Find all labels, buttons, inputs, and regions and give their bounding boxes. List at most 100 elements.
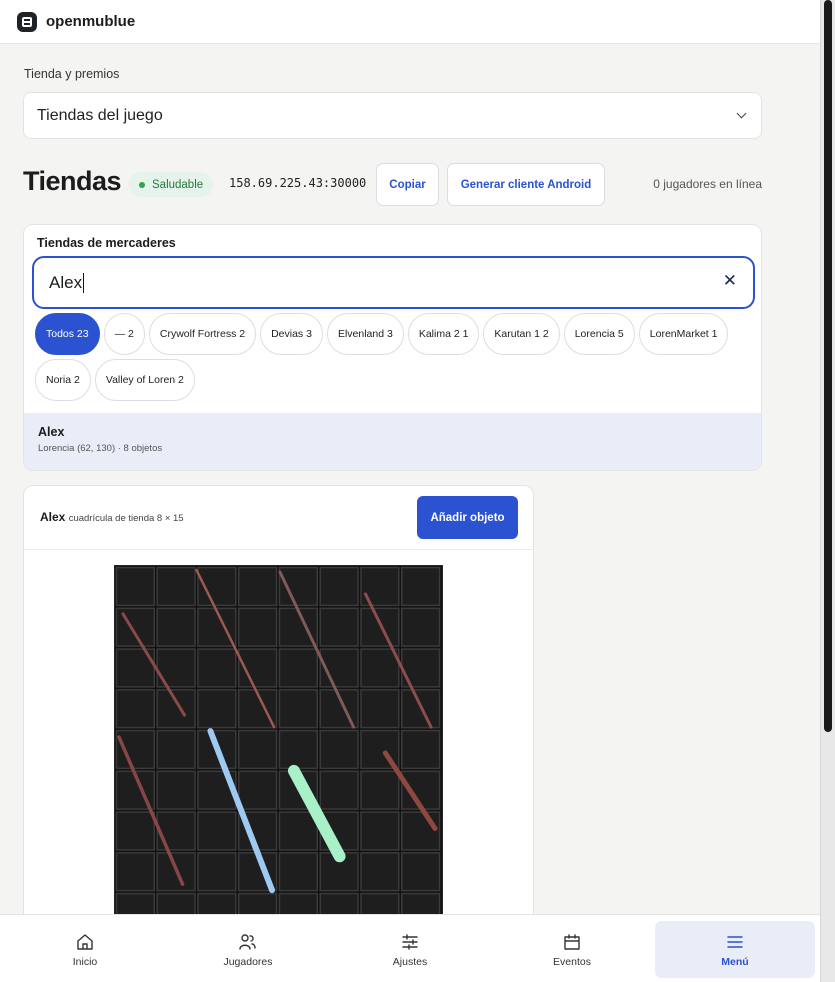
- grid-slot[interactable]: [360, 852, 400, 892]
- grid-slot[interactable]: [197, 811, 237, 851]
- shop-grid-title: Alex cuadrícula de tienda 8 × 15: [40, 510, 184, 524]
- filter-chip[interactable]: Crywolf Fortress 2: [148, 313, 257, 355]
- grid-slot[interactable]: [237, 566, 278, 607]
- grid-slot[interactable]: [401, 729, 441, 770]
- grid-slot[interactable]: [319, 770, 359, 810]
- server-address: 158.69.225.43:30000: [229, 176, 367, 190]
- filter-chip[interactable]: LorenMarket 1: [638, 313, 729, 355]
- nav-item-label: Ajustes: [392, 955, 428, 968]
- merchant-details: Lorencia (62, 130) · 8 objetos: [38, 443, 163, 454]
- filter-chip[interactable]: Kalima 2 1: [407, 313, 480, 355]
- home-icon: [77, 933, 93, 950]
- sliders-icon: [402, 933, 418, 950]
- filter-chip[interactable]: Devias 3: [260, 313, 323, 355]
- filter-chip[interactable]: — 2: [103, 313, 145, 355]
- shop-grid-label: cuadrícula de tienda 8 × 15: [68, 513, 184, 524]
- nav-item-label: Menú: [721, 955, 749, 968]
- generate-android-client-button[interactable]: Generar cliente Android: [447, 163, 605, 206]
- grid-slot[interactable]: [197, 852, 237, 892]
- grid-slot[interactable]: [156, 729, 196, 770]
- location-filter-chips: Todos 23— 2 Crywolf Fortress 2 Devias 3 Elv…: [35, 313, 755, 401]
- users-icon: [239, 933, 256, 950]
- merchant-search-input[interactable]: Alex ✕: [32, 256, 755, 309]
- nav-item-jugadores[interactable]: Jugadores: [168, 921, 328, 978]
- shop-inventory-grid[interactable]: [114, 565, 443, 925]
- filter-chip[interactable]: Lorencia 5: [563, 313, 635, 355]
- grid-slot[interactable]: [115, 729, 156, 770]
- grid-slot[interactable]: [278, 648, 319, 688]
- grid-slot[interactable]: [156, 770, 196, 810]
- nav-item-label: Eventos: [553, 955, 591, 968]
- search-input-value: Alex: [49, 272, 83, 292]
- grid-slot[interactable]: [278, 852, 319, 892]
- grid-slot[interactable]: [319, 566, 359, 607]
- menu-icon: [727, 935, 743, 948]
- add-item-button[interactable]: Añadir objeto: [417, 496, 518, 539]
- nav-item-inicio[interactable]: Inicio: [5, 921, 165, 978]
- text-cursor: [83, 272, 85, 293]
- grid-slot[interactable]: [360, 770, 400, 810]
- status-dot-icon: [139, 181, 145, 188]
- shop-grid-header: Alex cuadrícula de tienda 8 × 15 Añadir …: [24, 486, 533, 550]
- status-badge: Saludable: [129, 172, 214, 197]
- grid-slot[interactable]: [237, 770, 278, 810]
- grid-slot[interactable]: [360, 648, 400, 688]
- grid-slot[interactable]: [197, 648, 237, 688]
- grid-slot[interactable]: [115, 566, 156, 607]
- clear-icon[interactable]: ✕: [723, 271, 737, 291]
- grid-slot[interactable]: [115, 689, 156, 729]
- status-label: Saludable: [152, 178, 204, 191]
- players-online: 0 jugadores en línea: [653, 177, 762, 191]
- grid-slot[interactable]: [360, 689, 400, 729]
- filter-chip[interactable]: Valley of Loren 2: [94, 359, 195, 401]
- merchant-shops-card: Tiendas de mercaderes Alex ✕ Todos 23— 2…: [23, 224, 762, 471]
- grid-slot[interactable]: [401, 607, 441, 647]
- grid-slot[interactable]: [278, 566, 319, 607]
- grid-slot[interactable]: [401, 566, 441, 607]
- grid-slot[interactable]: [237, 729, 278, 770]
- top-bar: openmublue: [0, 0, 820, 44]
- filter-chip[interactable]: Todos 23: [35, 313, 100, 355]
- app-logo-icon[interactable]: [17, 11, 37, 32]
- grid-slot[interactable]: [156, 811, 196, 851]
- scrollbar-thumb[interactable]: [824, 0, 832, 732]
- grid-slot[interactable]: [278, 811, 319, 851]
- grid-slot[interactable]: [237, 607, 278, 647]
- grid-slot[interactable]: [401, 852, 441, 892]
- grid-slot[interactable]: [156, 566, 196, 607]
- calendar-icon: [564, 933, 580, 950]
- grid-slot[interactable]: [115, 811, 156, 851]
- grid-slot[interactable]: [156, 689, 196, 729]
- grid-slot[interactable]: [115, 852, 156, 892]
- chevron-down-icon: [736, 108, 747, 119]
- filter-chip[interactable]: Noria 2: [35, 359, 91, 401]
- bottom-navigation: Inicio Jugadores Ajustes Eventos Menú: [0, 914, 820, 982]
- grid-slot[interactable]: [360, 607, 400, 647]
- merchant-result-item[interactable]: Alex Lorencia (62, 130) · 8 objetos: [24, 413, 761, 470]
- shop-merchant-name: Alex: [40, 510, 66, 524]
- nav-item-label: Inicio: [72, 955, 98, 968]
- card-title: Tiendas de mercaderes: [37, 236, 176, 250]
- page-title: Tiendas: [23, 166, 122, 196]
- nav-item-eventos[interactable]: Eventos: [492, 921, 652, 978]
- section-select[interactable]: Tiendas del juego: [23, 92, 762, 139]
- grid-slot[interactable]: [278, 689, 319, 729]
- grid-slot[interactable]: [278, 729, 319, 770]
- section-select-value: Tiendas del juego: [37, 106, 163, 124]
- nav-item-ajustes[interactable]: Ajustes: [330, 921, 490, 978]
- app-name[interactable]: openmublue: [46, 13, 135, 30]
- merchant-name: Alex: [38, 425, 65, 439]
- nav-item-men[interactable]: Menú: [655, 921, 815, 978]
- copy-button[interactable]: Copiar: [376, 163, 439, 206]
- grid-slot[interactable]: [319, 729, 359, 770]
- filter-chip[interactable]: Karutan 1 2: [483, 313, 560, 355]
- grid-slot[interactable]: [156, 607, 196, 647]
- page-scrollbar[interactable]: [820, 0, 835, 982]
- grid-slot[interactable]: [401, 811, 441, 851]
- grid-slot[interactable]: [360, 811, 400, 851]
- filter-chip[interactable]: Elvenland 3: [326, 313, 404, 355]
- grid-slot[interactable]: [319, 607, 359, 647]
- grid-slot[interactable]: [197, 689, 237, 729]
- nav-item-label: Jugadores: [223, 955, 273, 968]
- section-label: Tienda y premios: [24, 67, 120, 81]
